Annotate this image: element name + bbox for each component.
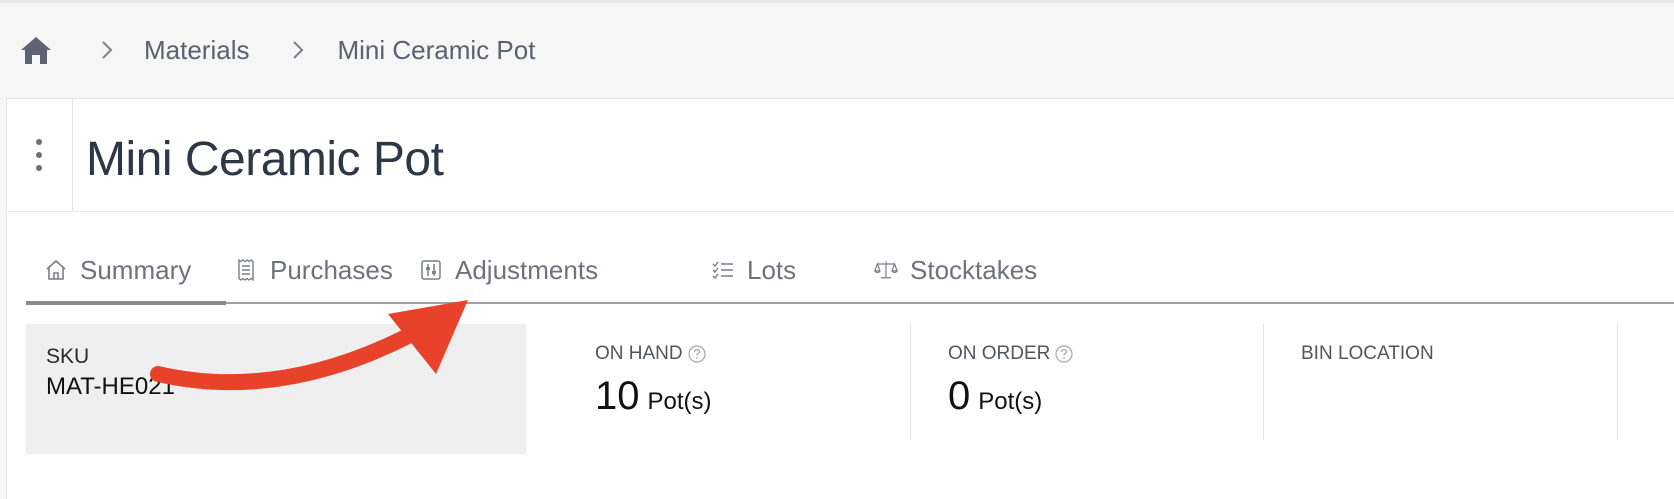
tab-label: Purchases bbox=[270, 254, 393, 285]
on-hand-number: 10 bbox=[595, 374, 640, 418]
receipt-icon bbox=[234, 258, 258, 282]
adjust-sliders-icon bbox=[419, 258, 443, 282]
divider bbox=[1617, 324, 1618, 440]
page-title: Mini Ceramic Pot bbox=[86, 133, 444, 186]
bin-location-label: BIN LOCATION bbox=[1301, 343, 1434, 364]
on-order-value: 0 Pot(s) bbox=[948, 374, 1042, 419]
tab-label: Adjustments bbox=[455, 254, 599, 285]
divider bbox=[1263, 324, 1264, 440]
checklist-icon bbox=[711, 258, 735, 282]
annotation-arrow-icon bbox=[150, 300, 468, 391]
kebab-menu-button[interactable] bbox=[6, 99, 73, 211]
home-icon bbox=[21, 37, 51, 64]
on-order-label-text: ON ORDER bbox=[948, 343, 1051, 364]
help-circle-icon[interactable] bbox=[688, 345, 706, 363]
tab-purchases[interactable]: Purchases bbox=[234, 248, 393, 292]
tab-summary[interactable]: Summary bbox=[44, 248, 191, 292]
on-hand-label-text: ON HAND bbox=[595, 343, 683, 364]
help-circle-icon[interactable] bbox=[1055, 345, 1074, 363]
on-order-unit: Pot(s) bbox=[978, 388, 1043, 415]
breadcrumb-materials[interactable]: Materials bbox=[144, 35, 249, 66]
on-hand-label: ON HAND bbox=[595, 343, 706, 365]
top-border bbox=[0, 0, 1674, 3]
breadcrumb-current: Mini Ceramic Pot bbox=[337, 34, 536, 65]
divider bbox=[910, 324, 911, 440]
on-hand-value: 10 Pot(s) bbox=[595, 374, 712, 419]
tab-adjustments[interactable]: Adjustments bbox=[419, 248, 598, 292]
on-hand-unit: Pot(s) bbox=[647, 388, 712, 415]
tab-label: Summary bbox=[80, 254, 192, 285]
tab-label: Stocktakes bbox=[910, 254, 1038, 285]
chevron-right-icon bbox=[287, 28, 309, 72]
tab-label: Lots bbox=[747, 254, 797, 285]
tab-lots[interactable]: Lots bbox=[711, 248, 796, 292]
scale-icon bbox=[874, 258, 898, 282]
tab-stocktakes[interactable]: Stocktakes bbox=[874, 248, 1037, 292]
home-outline-icon bbox=[44, 258, 68, 282]
divider bbox=[6, 211, 1674, 212]
kebab-menu-icon bbox=[36, 139, 42, 171]
chevron-right-icon bbox=[96, 28, 118, 72]
breadcrumb-home[interactable] bbox=[18, 34, 54, 66]
on-order-number: 0 bbox=[948, 374, 971, 418]
sku-label: SKU bbox=[46, 345, 90, 368]
breadcrumb: Materials Mini Ceramic Pot bbox=[18, 28, 535, 72]
on-order-label: ON ORDER bbox=[948, 343, 1074, 365]
